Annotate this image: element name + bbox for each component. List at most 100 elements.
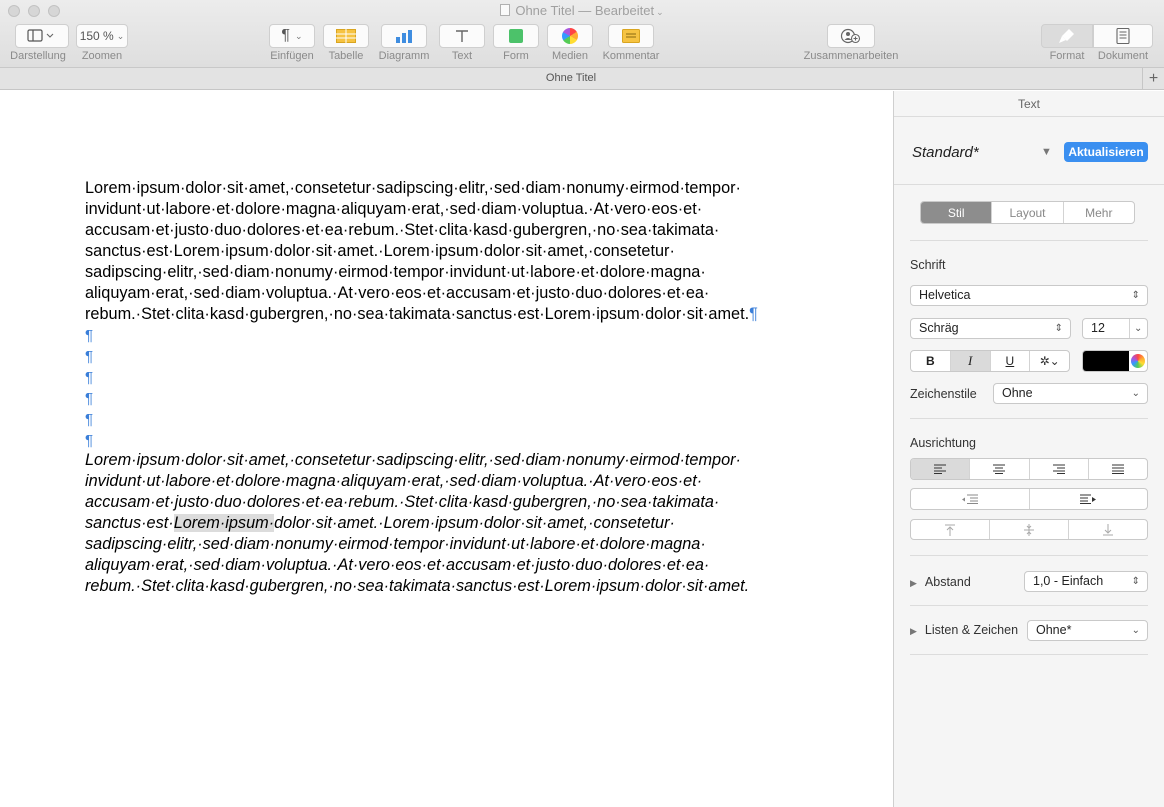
text-color-well[interactable] [1082,350,1148,372]
lists-value: Ohne* [1036,623,1072,637]
tab-mehr[interactable]: Mehr [1064,202,1134,223]
paragraph-mark: ¶ [85,348,94,365]
body-paragraph-2[interactable]: Lorem·ipsum·dolor·sit·amet,·consetetur·s… [85,450,825,597]
zoom-select[interactable]: 150 % ⌄ [76,24,128,48]
text-selection[interactable]: Lorem·ipsum· [173,514,275,532]
comment-icon [622,29,640,43]
paintbrush-icon [1059,29,1074,43]
inspector-tabs: Stil Layout Mehr [920,201,1135,224]
zusammenarbeiten-button[interactable] [827,24,875,48]
paragraph-1-text[interactable]: Lorem·ipsum·dolor·sit·amet,·consetetur·s… [85,179,749,323]
disclosure-triangle-icon[interactable]: ▶ [910,626,917,637]
alignment-section-label: Ausrichtung [910,436,977,450]
font-family-select[interactable]: Helvetica ⇕ [910,285,1148,306]
paragraph-mark: ¶ [85,369,94,386]
empty-paragraphs[interactable]: ¶ ¶ ¶ ¶ ¶ ¶ [85,325,93,451]
table-icon [336,29,356,43]
lists-label: Listen & Zeichen [924,623,1019,637]
dokument-label: Dokument [1097,50,1149,62]
color-wheel-icon[interactable] [1131,354,1145,368]
increase-indent-icon[interactable] [1030,489,1148,509]
align-middle-icon[interactable] [990,520,1069,539]
indent-buttons [910,488,1148,510]
dokument-button[interactable] [1093,24,1153,48]
format-label: Format [1049,50,1085,62]
paragraph-mark: ¶ [85,327,94,344]
tab-bar: Ohne Titel + [0,68,1164,90]
format-inspector: Text Standard* ▼ Aktualisieren Stil Layo… [893,91,1164,807]
font-section-label: Schrift [910,258,946,272]
font-typeface-select[interactable]: Schräg ⇕ [910,318,1071,339]
chart-icon [396,30,412,43]
chevron-down-icon: ⌄ [116,30,125,41]
align-center-icon[interactable] [970,459,1030,479]
text-color-swatch [1083,351,1129,371]
body-paragraph-1[interactable]: Lorem·ipsum·dolor·sit·amet,·consetetur·s… [85,178,825,325]
stepper-icon: ⇕ [1054,323,1063,334]
gear-icon[interactable]: ✲⌄ [1030,351,1069,371]
disclosure-triangle-icon[interactable]: ▶ [910,578,917,589]
chevron-down-icon[interactable]: ⌄ [656,7,664,17]
add-tab-button[interactable]: + [1142,68,1164,90]
format-button[interactable] [1041,24,1093,48]
chevron-down-icon: ⌄ [295,30,303,41]
zoom-label: Zoomen [81,50,123,62]
tabelle-label: Tabelle [328,50,364,62]
align-right-icon[interactable] [1030,459,1089,479]
pilcrow-icon: ¶ [281,27,291,44]
font-family-value: Helvetica [919,288,971,302]
underline-button[interactable]: U [991,351,1031,371]
stepper-icon: ⇕ [1131,290,1140,301]
bold-button[interactable]: B [911,351,951,371]
chevron-down-icon: ⌄ [1129,319,1147,338]
text-button[interactable] [439,24,485,48]
paragraph-mark: ¶ [85,390,94,407]
paragraph-mark: ¶ [749,305,758,323]
align-justify-icon[interactable] [1089,459,1147,479]
align-top-icon[interactable] [911,520,990,539]
document-icon [1116,28,1130,44]
align-bottom-icon[interactable] [1069,520,1147,539]
window-title: Ohne Titel — Bearbeitet ⌄ [0,3,1164,18]
lists-disclosure[interactable]: ▶ Listen & Zeichen [910,623,1018,637]
darstellung-button[interactable] [15,24,69,48]
tab-document-title[interactable]: Ohne Titel [0,72,1142,84]
tab-stil[interactable]: Stil [921,202,993,223]
font-size-field[interactable]: 12 ⌄ [1082,318,1148,339]
char-styles-select[interactable]: Ohne ⌄ [993,383,1148,404]
form-button[interactable] [493,24,539,48]
chevron-down-icon[interactable]: ▼ [1041,146,1052,158]
paragraph-mark: ¶ [85,411,94,428]
diagramm-button[interactable] [381,24,427,48]
font-typeface-value: Schräg [919,321,959,335]
form-label: Form [503,50,529,62]
medien-button[interactable] [547,24,593,48]
tab-layout[interactable]: Layout [992,202,1064,223]
inspector-header: Text [894,91,1164,117]
align-left-icon[interactable] [911,459,971,479]
tabelle-button[interactable] [323,24,369,48]
decrease-indent-icon[interactable] [911,489,1030,509]
update-style-button[interactable]: Aktualisieren [1064,142,1148,162]
font-size-value: 12 [1091,321,1105,335]
stepper-icon: ⇕ [1131,576,1140,587]
paragraph-style-name[interactable]: Standard* [912,144,979,161]
document-canvas[interactable]: Lorem·ipsum·dolor·sit·amet,·consetetur·s… [0,91,893,807]
text-icon [456,30,468,42]
document-icon [500,4,511,16]
einfuegen-button[interactable]: ¶ ⌄ [269,24,315,48]
lists-select[interactable]: Ohne* ⌄ [1027,620,1148,641]
spacing-disclosure[interactable]: ▶ Abstand [910,575,971,589]
kommentar-label: Kommentar [602,50,660,62]
font-style-buttons: B I U ✲⌄ [910,350,1070,372]
italic-button[interactable]: I [950,351,991,371]
kommentar-button[interactable] [608,24,654,48]
spacing-value: 1,0 - Einfach [1033,574,1104,588]
paragraph-mark: ¶ [85,432,94,449]
spacing-select[interactable]: 1,0 - Einfach ⇕ [1024,571,1148,592]
shape-icon [509,29,523,43]
alignment-buttons [910,458,1148,480]
chevron-down-icon: ⌄ [1131,388,1140,399]
toolbar: Ohne Titel — Bearbeitet ⌄ Darstellung 150… [0,0,1164,68]
spacing-label: Abstand [924,575,971,589]
